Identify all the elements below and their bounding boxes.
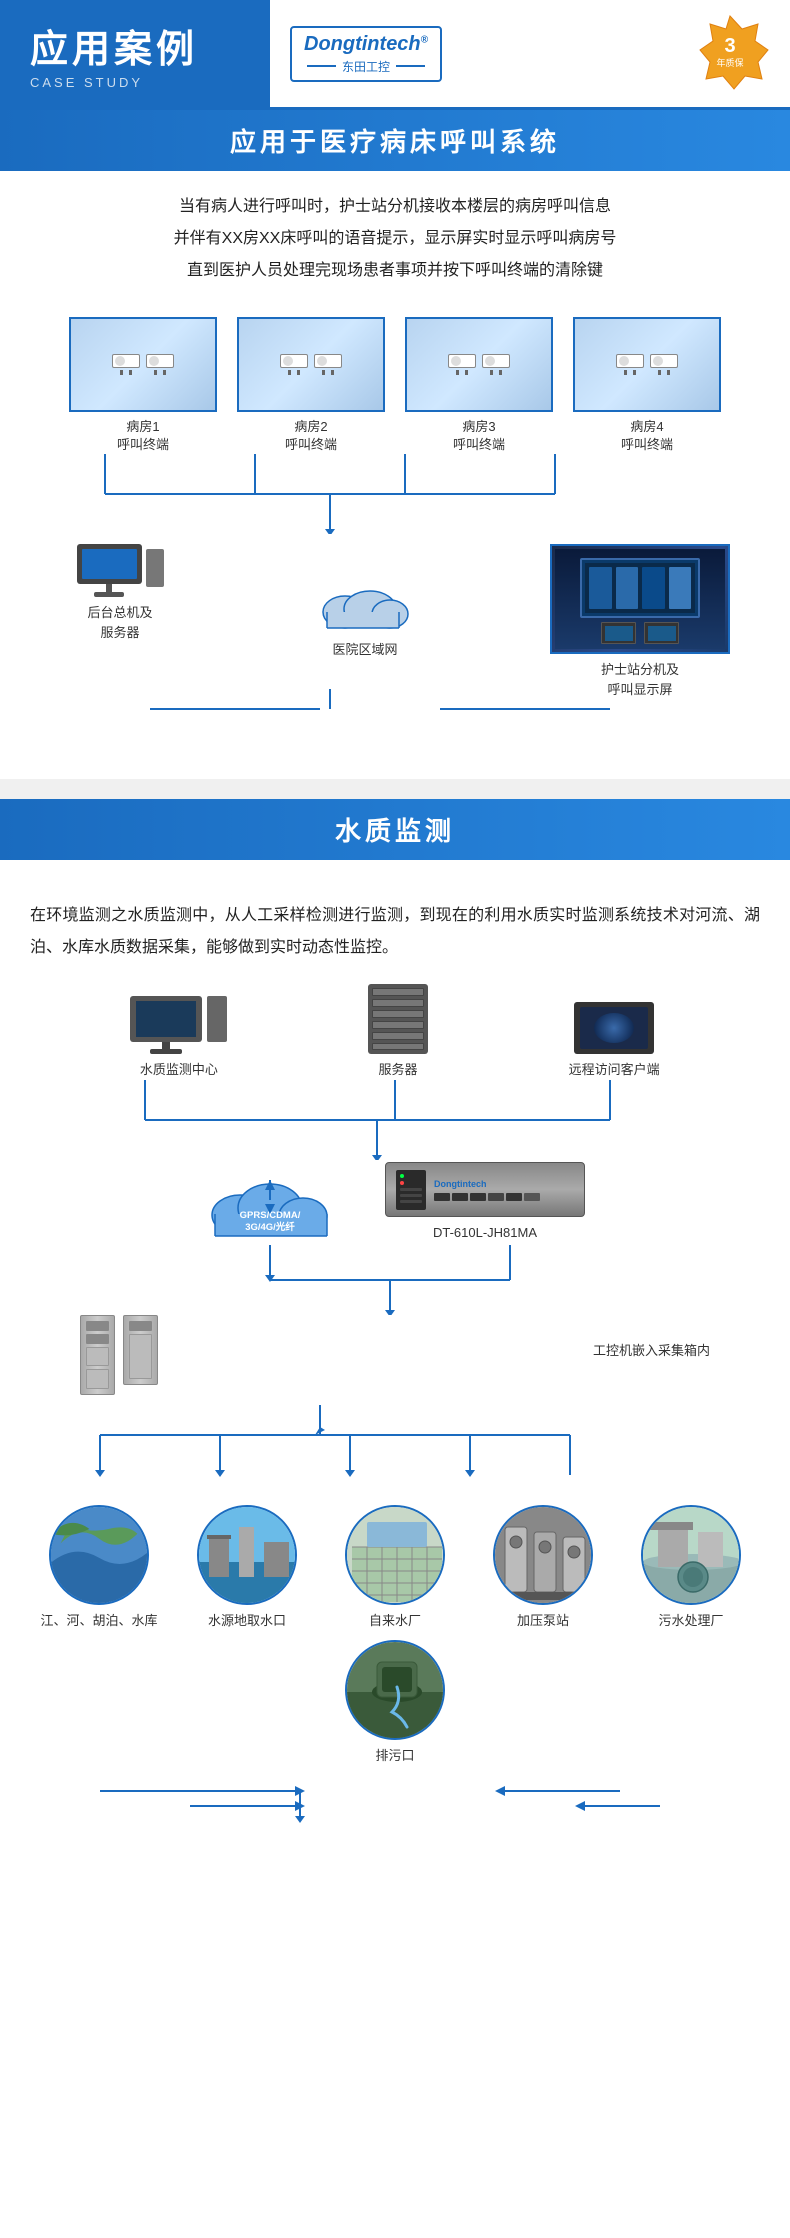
water-bottom-nodes: 江、河、胡泊、水库 水源地取水口 — [20, 1505, 770, 1766]
dt-device-label: DT-610L-JH81MA — [433, 1223, 537, 1243]
page-title-zh: 应用案例 — [30, 18, 270, 73]
sewage-plant-node: 污水处理厂 — [626, 1505, 756, 1631]
industrial-cabinet-node — [80, 1315, 158, 1395]
water-top-connector-svg — [20, 1080, 770, 1160]
server-node: 服务器 — [368, 984, 428, 1080]
industrial-label-area: 工控机嵌入采集箱内 — [593, 1335, 710, 1361]
server-label: 服务器 — [378, 1060, 417, 1080]
medical-section: 当有病人进行呼叫时，护士站分机接收本楼层的病房呼叫信息 并伴有XX房XX床呼叫的… — [0, 171, 790, 779]
dt-device-node: Dongtintech DT-610L-JH81MA — [385, 1162, 585, 1243]
dt-device-icon: Dongtintech — [385, 1162, 585, 1217]
wq-center-node: 水质监测中心 — [130, 996, 227, 1080]
room-label-1: 病房1呼叫终端 — [117, 418, 169, 454]
waterworks-node: 自来水厂 — [330, 1505, 460, 1631]
room-image-1 — [69, 317, 217, 412]
section-gap — [0, 779, 790, 799]
sewage-outlet-label: 排污口 — [375, 1746, 414, 1766]
water-description: 在环境监测之水质监测中，从人工采样检测进行监测，到现在的利用水质实时监测系统技术… — [0, 880, 790, 974]
river-lake-node: 江、河、胡泊、水库 — [34, 1505, 164, 1631]
logo-area: Dongtintech® 东田工控 — [290, 26, 442, 82]
river-lake-label: 江、河、胡泊、水库 — [40, 1611, 157, 1631]
nurse-station-image — [550, 544, 730, 654]
cabinet-icon — [80, 1315, 158, 1395]
sewage-outlet-node: 排污口 — [330, 1640, 460, 1766]
nurse-station-label: 护士站分机及呼叫显示屏 — [601, 660, 679, 699]
network-area: 后台总机及服务器 医院区域网 — [30, 544, 760, 699]
room-image-2 — [237, 317, 385, 412]
remote-screen-icon — [574, 1002, 654, 1054]
svg-text:年质保: 年质保 — [716, 57, 743, 68]
rooms-row: 病房1呼叫终端 — [30, 317, 760, 454]
industrial-label: 工控机嵌入采集箱内 — [593, 1341, 710, 1361]
room-label-2: 病房2呼叫终端 — [285, 418, 337, 454]
cloud-icon — [315, 574, 415, 634]
room-item-1: 病房1呼叫终端 — [68, 317, 218, 454]
hospital-connector-svg — [30, 454, 760, 534]
water-source-node: 水源地取水口 — [182, 1505, 312, 1631]
room-label-3: 病房3呼叫终端 — [453, 418, 505, 454]
remote-client-node: 远程访问客户端 — [569, 1002, 660, 1080]
river-lake-icon — [49, 1505, 149, 1605]
industrial-row: 工控机嵌入采集箱内 — [20, 1315, 770, 1395]
svg-text:3: 3 — [724, 35, 735, 57]
remote-client-label: 远程访问客户端 — [569, 1060, 660, 1080]
server-rack-icon — [368, 984, 428, 1054]
waterworks-label: 自来水厂 — [369, 1611, 421, 1631]
water-source-label: 水源地取水口 — [208, 1611, 286, 1631]
room-image-3 — [405, 317, 553, 412]
svg-text:3G/4G/光纤: 3G/4G/光纤 — [245, 1221, 295, 1233]
room-item-4: 病房4呼叫终端 — [572, 317, 722, 454]
room-image-4 — [573, 317, 721, 412]
middle-connector-svg — [20, 1245, 770, 1315]
warranty-badge: 3 年质保 — [690, 14, 770, 94]
pump-station-node: 加压泵站 — [478, 1505, 608, 1631]
water-top-nodes: 水质监测中心 服务器 — [20, 984, 770, 1080]
bottom-to-industrial-svg — [20, 1776, 770, 1836]
page-header: 应用案例 CASE STUDY Dongtintech® 东田工控 3 年质保 — [0, 0, 790, 110]
logo-box: Dongtintech® 东田工控 — [290, 26, 442, 82]
pump-station-label: 加压泵站 — [517, 1611, 569, 1631]
gprs-cloud-node: GPRS/CDMA/ 3G/4G/光纤 — [205, 1160, 335, 1245]
page-title-en: CASE STUDY — [30, 75, 270, 90]
medical-section-title: 应用于医疗病床呼叫系统 — [0, 110, 790, 171]
medical-description: 当有病人进行呼叫时，护士站分机接收本楼层的病房呼叫信息 并伴有XX房XX床呼叫的… — [30, 191, 760, 287]
water-section: 在环境监测之水质监测中，从人工采样检测进行监测，到现在的利用水质实时监测系统技术… — [0, 880, 790, 1876]
waterworks-icon — [345, 1505, 445, 1605]
header-title-badge: 应用案例 CASE STUDY — [0, 0, 270, 107]
nurse-station-node: 护士站分机及呼叫显示屏 — [550, 544, 730, 699]
sewage-plant-label: 污水处理厂 — [658, 1611, 723, 1631]
backend-monitor-icon — [77, 544, 142, 597]
room-item-2: 病房2呼叫终端 — [236, 317, 386, 454]
pump-station-icon — [493, 1505, 593, 1605]
hospital-diagram: 病房1呼叫终端 — [30, 307, 760, 749]
hospital-network-label: 医院区域网 — [332, 640, 397, 660]
sewage-plant-icon — [641, 1505, 741, 1605]
sewage-outlet-icon — [345, 1640, 445, 1740]
bottom-connector-svg — [20, 1405, 770, 1505]
middle-row: GPRS/CDMA/ 3G/4G/光纤 — [40, 1160, 750, 1245]
header-right: Dongtintech® 东田工控 3 年质保 — [270, 0, 790, 107]
room-item-3: 病房3呼叫终端 — [404, 317, 554, 454]
water-diagram: 水质监测中心 服务器 — [0, 974, 790, 1846]
room-label-4: 病房4呼叫终端 — [621, 418, 673, 454]
wq-center-label: 水质监测中心 — [140, 1060, 218, 1080]
gprs-cloud-svg: GPRS/CDMA/ 3G/4G/光纤 — [205, 1160, 335, 1245]
backend-label: 后台总机及服务器 — [87, 603, 152, 642]
water-section-title: 水质监测 — [0, 799, 790, 860]
backend-server-node: 后台总机及服务器 — [60, 544, 180, 642]
hospital-network-node: 医院区域网 — [315, 574, 415, 660]
logo-text-sub: 东田工控 — [304, 58, 428, 75]
logo-text-main: Dongtintech® — [304, 33, 428, 56]
water-source-icon — [197, 1505, 297, 1605]
